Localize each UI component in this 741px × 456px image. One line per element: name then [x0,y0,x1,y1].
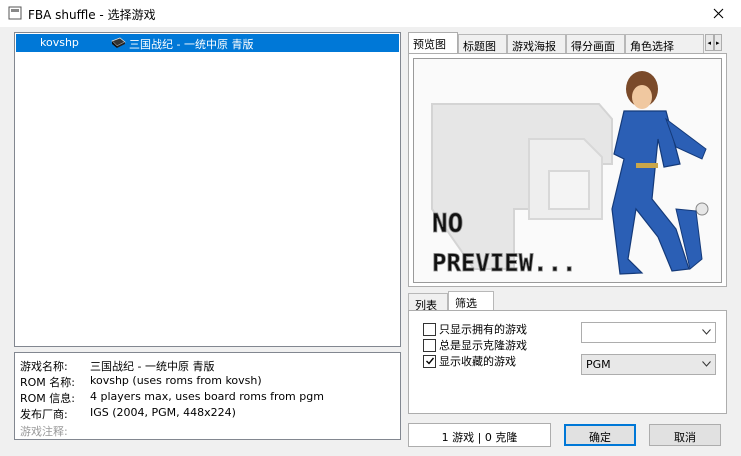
dropdown-value: PGM [586,358,611,371]
cartridge-icon [111,37,126,48]
ok-button[interactable]: 确定 [564,424,636,446]
checkbox-show-favorites[interactable]: 显示收藏的游戏 [423,353,516,369]
tab-scroll-arrows: ◂ ▸ [705,34,722,51]
preview-tabstrip: 预览图 标题图 游戏海报 得分画面 角色选择 [408,32,722,54]
cancel-button[interactable]: 取消 [649,424,721,446]
filter-tabstrip: 列表 筛选 [408,291,498,312]
info-row-notes: 游戏注释: [20,423,90,439]
chevron-left-icon: ◂ [707,38,711,47]
checkbox-label: 显示收藏的游戏 [439,355,516,368]
tab-title-screen[interactable]: 标题图 [458,34,507,54]
info-label: 发布厂商: [20,408,68,421]
checkbox-label: 总是显示克隆游戏 [439,339,527,352]
info-value: IGS (2004, PGM, 448x224) [90,406,236,419]
info-row-rom-name: ROM 名称: kovshp (uses roms from kovsh) [20,374,262,390]
info-value: 三国战纪 - 一统中原 青版 [90,360,215,373]
tab-label: 角色选择 [630,40,674,53]
tab-preview[interactable]: 预览图 [408,32,458,54]
preview-frame: NO PREVIEW... [408,53,727,287]
info-label: 游戏注释: [20,425,68,438]
checkbox-owned-only[interactable]: 只显示拥有的游戏 [423,321,527,337]
list-item[interactable]: kovshp 三国战纪 - 一统中原 青版 [16,34,399,52]
checkbox-label: 只显示拥有的游戏 [439,323,527,336]
no-preview-line1: NO [432,209,463,239]
window-title: FBA shuffle - 选择游戏 [28,8,156,22]
game-count-status: 1 游戏 | 0 克隆 [408,423,551,447]
filter-dropdown-1[interactable] [581,322,716,343]
info-row-publisher: 发布厂商: IGS (2004, PGM, 448x224) [20,406,236,422]
checkbox-show-clones[interactable]: 总是显示克隆游戏 [423,337,527,353]
tab-flyer[interactable]: 游戏海报 [507,34,566,54]
app-icon [8,6,22,20]
info-label: ROM 名称: [20,376,75,389]
tab-label: 筛选 [455,297,477,310]
info-value: 4 players max, uses board roms from pgm [90,390,324,403]
tab-scroll-right-button[interactable]: ▸ [713,34,722,51]
no-preview-line2: PREVIEW... [432,249,577,277]
checkbox-checked[interactable] [423,354,436,368]
title-bar: FBA shuffle - 选择游戏 [0,0,741,27]
preview-image: NO PREVIEW... [413,58,722,283]
game-list[interactable]: kovshp 三国战纪 - 一统中原 青版 [14,32,401,347]
info-value: kovshp (uses roms from kovsh) [90,374,262,387]
no-preview-art: NO PREVIEW... [431,71,709,277]
info-label: 游戏名称: [20,360,68,373]
game-title-cell: 三国战纪 - 一统中原 青版 [129,38,254,51]
tab-character-select[interactable]: 角色选择 [625,34,704,54]
tab-label: 得分画面 [571,40,615,53]
info-row-name: 游戏名称: 三国战纪 - 一统中原 青版 [20,358,214,374]
close-button[interactable] [695,0,741,27]
chevron-down-icon [702,361,711,367]
rom-name-cell: kovshp [40,36,79,49]
info-row-rom-info: ROM 信息: 4 players max, uses board roms f… [20,390,324,406]
checkbox[interactable] [423,322,436,336]
chevron-down-icon [702,329,711,335]
close-icon [713,8,723,19]
character-illustration [611,71,709,275]
tab-label: 预览图 [413,38,446,51]
tab-filter[interactable]: 筛选 [448,291,494,312]
platform-dropdown[interactable]: PGM [581,354,716,375]
tab-label: 标题图 [463,40,496,53]
tab-score-screen[interactable]: 得分画面 [566,34,625,54]
tab-scroll-left-button[interactable]: ◂ [705,34,714,51]
tab-label: 游戏海报 [512,40,556,53]
filter-panel: 只显示拥有的游戏 总是显示克隆游戏 显示收藏的游戏 PGM [408,310,727,414]
chevron-right-icon: ▸ [715,38,720,47]
checkmark-icon [425,357,434,365]
checkbox[interactable] [423,338,436,352]
game-info-panel: 游戏名称: 三国战纪 - 一统中原 青版 ROM 名称: kovshp (use… [14,352,401,440]
info-label: ROM 信息: [20,392,75,405]
